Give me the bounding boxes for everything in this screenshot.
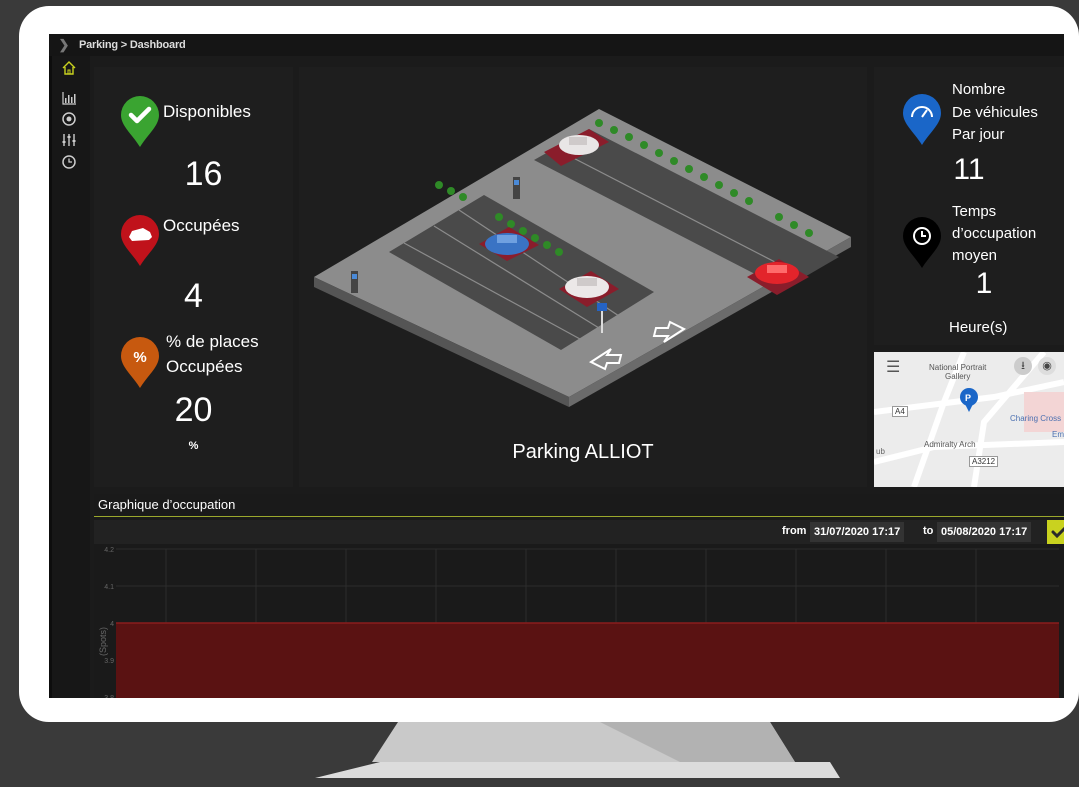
from-date-input[interactable]: 31/07/2020 17:17 [810,522,905,542]
car-pin-icon [121,215,159,266]
gauge-pin-icon [903,94,941,145]
apply-button[interactable] [1047,520,1064,544]
traffic-panel: Nombre De véhicules Par jour 11 Temps d’… [874,67,1064,345]
map-label-a3212: A3212 [969,456,999,467]
percent-label-2: Occupées [166,357,243,376]
y-tick-label: 4.2 [104,547,114,554]
map-label-a4: A4 [892,406,908,417]
chart-title: Graphique d’occupation [98,497,236,512]
map-widget[interactable]: ☰ ⭳ ◉ National Portrait Gallery A4 P Cha… [874,352,1064,487]
map-label-ub: ub [876,447,885,456]
y-tick-label: 4.1 [104,584,114,591]
stats-panel: Disponibles 16 Occupées 4 % % de places … [94,67,293,487]
map-label-charing: Charing Cross [1010,414,1062,423]
percent-unit: % [188,440,199,452]
parking-name: Parking ALLIOT [512,441,654,463]
bar-chart-icon[interactable] [61,90,77,106]
y-axis-label: (Spots) [98,627,108,656]
clock-pin-icon [903,217,941,268]
chart-title-divider [94,516,1064,517]
percent-label-1: % de places [166,332,259,351]
time-label-2: d’occupation [952,225,1037,242]
time-label-3: moyen [952,247,998,264]
time-value: 1 [975,267,993,300]
vehicles-label-2: De véhicules [952,104,1038,121]
occupancy-area [116,623,1059,698]
occupied-label: Occupées [163,216,240,235]
time-label-1: Temps [952,203,997,220]
vehicles-label-3: Par jour [952,126,1005,143]
occupancy-chart-panel: Graphique d’occupation from 31/07/2020 1… [94,494,1064,698]
y-tick-label: 3.9 [104,658,114,665]
clock-icon[interactable] [61,154,77,170]
vehicles-label-1: Nombre [952,81,1006,98]
monitor-frame: ❯ Parking > Dashboard Disponibles 16 Occ… [19,6,1079,722]
map-label-gallery-2: Gallery [945,372,971,381]
sliders-icon[interactable] [61,132,77,148]
parking-lot-illustration [314,109,851,407]
map-label-gallery-1: National Portrait [929,363,987,372]
download-icon[interactable]: ⭳ [1014,357,1032,375]
parking-illustration-panel: Parking ALLIOT [299,67,867,487]
dashboard-screen: ❯ Parking > Dashboard Disponibles 16 Occ… [49,34,1064,698]
top-bar: ❯ Parking > Dashboard [49,34,1064,56]
percent-pin-icon: % [121,337,159,388]
map-label-admiralty: Admiralty Arch [924,440,976,449]
chevron-right-icon[interactable]: ❯ [49,37,79,53]
map-label-emb: Emb [1052,430,1064,439]
available-label: Disponibles [163,102,251,121]
percent-value: 20 [174,391,213,429]
percent-pin-text: % [133,349,146,366]
date-range-bar: from 31/07/2020 17:17 to 05/08/2020 17:1… [94,520,1064,544]
vehicles-value: 11 [953,153,985,186]
check-icon [1051,526,1064,539]
to-date-input[interactable]: 05/08/2020 17:17 [937,522,1032,542]
home-icon[interactable] [61,60,77,76]
available-value: 16 [184,155,223,193]
y-tick-label: 4 [110,621,114,628]
to-label: to [923,525,934,537]
breadcrumb[interactable]: Parking > Dashboard [79,39,186,51]
occupied-value: 4 [184,277,203,315]
menu-icon[interactable]: ☰ [886,357,900,377]
map-label-gallery: National Portrait Gallery [929,363,986,381]
occupancy-chart: 4.2 4.1 4 3.9 3.8 (Spots) [98,547,1059,698]
map-pin-letter[interactable]: P [965,393,971,403]
eye-icon[interactable]: ◉ [1038,357,1056,375]
from-label: from [782,525,807,537]
gauge-icon[interactable] [61,111,77,127]
check-pin-icon [121,96,159,147]
sidebar [49,56,90,698]
time-unit: Heure(s) [949,319,1008,336]
y-tick-label: 3.8 [104,695,114,698]
